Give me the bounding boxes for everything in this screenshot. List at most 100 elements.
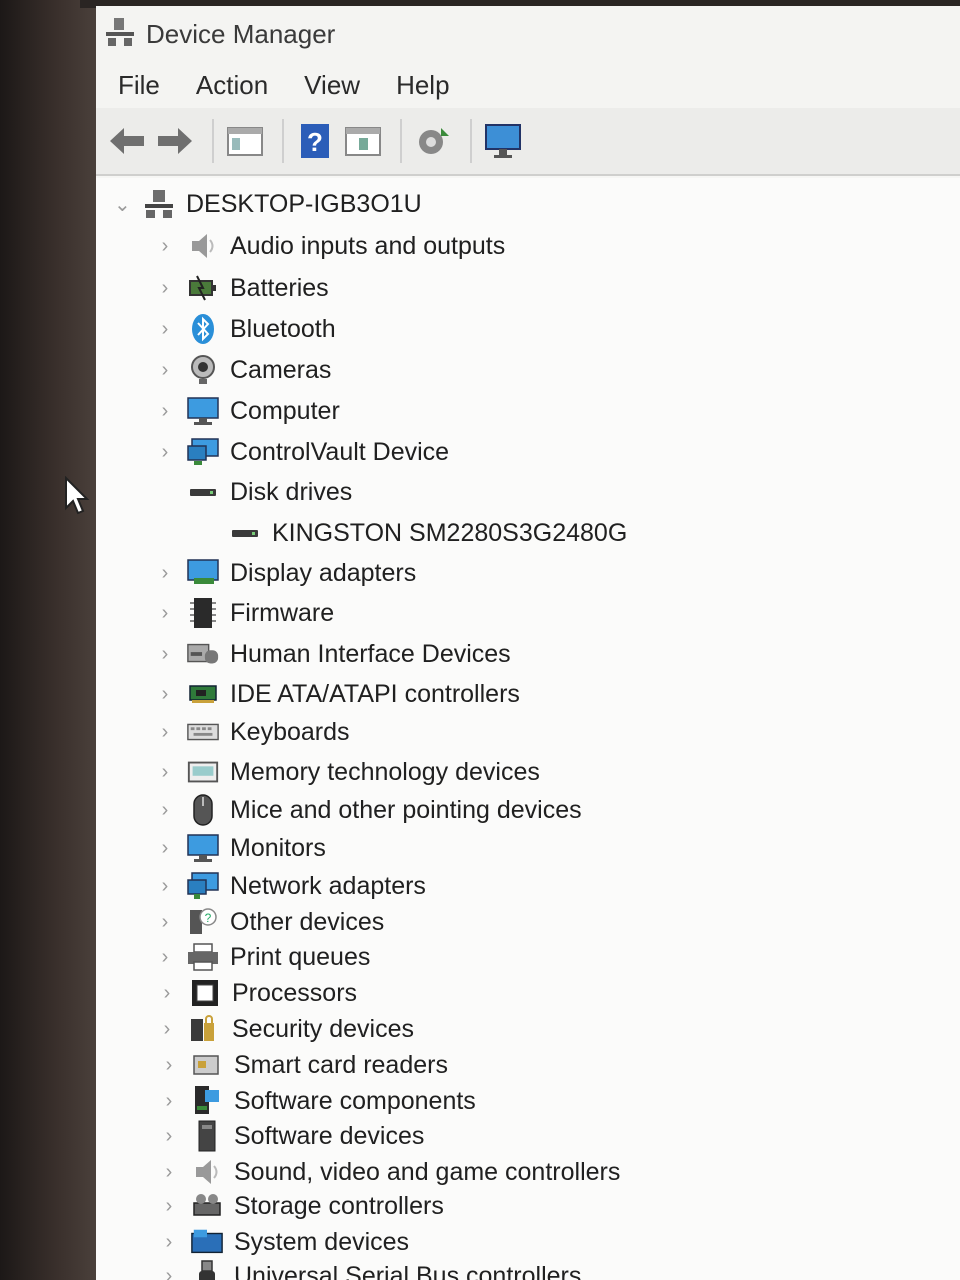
tree-item[interactable]: › Software devices: [162, 1118, 424, 1154]
tree-item[interactable]: Disk drives: [158, 474, 352, 510]
tree-item[interactable]: › Firmware: [158, 595, 334, 631]
chevron-right-icon[interactable]: ›: [158, 761, 172, 784]
tree-item[interactable]: › Smart card readers: [162, 1047, 448, 1083]
chevron-right-icon[interactable]: ›: [160, 982, 174, 1005]
tree-item[interactable]: › Software components: [162, 1083, 476, 1119]
chevron-right-icon[interactable]: ›: [158, 400, 172, 423]
tree-item[interactable]: › Keyboards: [158, 714, 350, 750]
chevron-right-icon[interactable]: ›: [158, 359, 172, 382]
firmware-icon: [186, 597, 220, 629]
tree-item-label: KINGSTON SM2280S3G2480G: [272, 518, 628, 547]
tree-child-item[interactable]: KINGSTON SM2280S3G2480G: [200, 515, 627, 551]
chevron-down-icon[interactable]: ⌄: [114, 192, 131, 217]
menu-view[interactable]: View: [304, 70, 360, 101]
monitor-icon: [186, 832, 220, 864]
processor-icon: [188, 977, 222, 1009]
tree-item-label: Other devices: [230, 907, 385, 936]
tree-item[interactable]: › Storage controllers: [162, 1188, 444, 1224]
printer-icon: [186, 941, 220, 973]
tree-item[interactable]: › IDE ATA/ATAPI controllers: [158, 676, 520, 712]
tree-item[interactable]: › Monitors: [158, 830, 326, 866]
memory-icon: [186, 756, 220, 788]
chevron-right-icon[interactable]: ›: [162, 1090, 176, 1113]
tree-item-label: ControlVault Device: [230, 437, 450, 466]
chevron-right-icon[interactable]: ›: [162, 1054, 176, 1077]
monitor-button[interactable]: [482, 120, 524, 162]
menu-action[interactable]: Action: [196, 70, 268, 101]
tree-item[interactable]: › Cameras: [158, 352, 331, 388]
tree-item[interactable]: › Batteries: [158, 270, 329, 306]
chevron-right-icon[interactable]: ›: [158, 318, 172, 341]
tree-item[interactable]: › ControlVault Device: [158, 434, 449, 470]
tree-item[interactable]: › System devices: [162, 1224, 409, 1260]
storage-controller-icon: [190, 1190, 224, 1222]
tree-item[interactable]: › Processors: [160, 975, 357, 1011]
back-button[interactable]: [106, 120, 148, 162]
chevron-right-icon[interactable]: ›: [158, 235, 172, 258]
menu-file[interactable]: File: [118, 70, 160, 101]
tree-item-label: IDE ATA/ATAPI controllers: [230, 679, 520, 708]
tree-item[interactable]: › Universal Serial Bus controllers: [162, 1258, 581, 1280]
view-button[interactable]: [342, 120, 384, 162]
scan-hardware-button[interactable]: [412, 120, 454, 162]
chevron-right-icon[interactable]: ›: [162, 1231, 176, 1254]
system-devices-icon: [190, 1226, 224, 1258]
chevron-right-icon[interactable]: ›: [158, 837, 172, 860]
chevron-right-icon[interactable]: ›: [162, 1161, 176, 1184]
disk-drive-icon: [228, 517, 262, 549]
tree-item[interactable]: › Mice and other pointing devices: [158, 792, 582, 828]
chevron-right-icon[interactable]: ›: [158, 911, 172, 934]
chevron-right-icon[interactable]: ›: [162, 1265, 176, 1280]
chevron-right-icon[interactable]: ›: [162, 1125, 176, 1148]
chevron-right-icon[interactable]: ›: [162, 1195, 176, 1218]
chevron-right-icon[interactable]: ›: [158, 721, 172, 744]
chevron-right-icon[interactable]: ›: [158, 602, 172, 625]
tree-item[interactable]: › Computer: [158, 393, 340, 429]
tree-item-label: Cameras: [230, 355, 332, 384]
monitor-icon: [485, 124, 521, 158]
chevron-right-icon[interactable]: ›: [158, 643, 172, 666]
properties-button[interactable]: [224, 120, 266, 162]
tree-item-label: Batteries: [230, 273, 329, 302]
tree-item[interactable]: › Human Interface Devices: [158, 636, 511, 672]
chevron-right-icon[interactable]: ›: [158, 277, 172, 300]
chevron-right-icon[interactable]: ›: [158, 799, 172, 822]
svg-text:?: ?: [307, 127, 323, 157]
disk-drive-icon: [186, 476, 220, 508]
tree-item-label: Keyboards: [230, 717, 350, 746]
tree-item[interactable]: › Bluetooth: [158, 311, 336, 347]
tree-item-label: Memory technology devices: [230, 757, 540, 786]
tree-item-label: Storage controllers: [234, 1191, 444, 1220]
tree-item-label: Firmware: [230, 598, 335, 627]
tree-item-label: Mice and other pointing devices: [230, 795, 582, 824]
scan-hardware-icon: [419, 128, 449, 154]
title-bar: Device Manager: [96, 6, 960, 62]
tree-item[interactable]: › Network adapters: [158, 868, 426, 904]
chevron-right-icon[interactable]: ›: [158, 875, 172, 898]
svg-text:?: ?: [205, 911, 212, 925]
chevron-right-icon[interactable]: ›: [158, 946, 172, 969]
tree-item[interactable]: › Display adapters: [158, 555, 417, 591]
smart-card-icon: [190, 1049, 224, 1081]
forward-button[interactable]: [154, 120, 196, 162]
tree-root[interactable]: ⌄ DESKTOP-IGB3O1U: [114, 186, 422, 222]
chevron-right-icon[interactable]: ›: [158, 562, 172, 585]
tree-item[interactable]: › Print queues: [158, 939, 370, 975]
software-components-icon: [190, 1085, 224, 1117]
tree-item[interactable]: › Memory technology devices: [158, 754, 540, 790]
tree-item[interactable]: › Security devices: [160, 1011, 414, 1047]
menu-help[interactable]: Help: [396, 70, 449, 101]
tree-item[interactable]: ›? Other devices: [158, 904, 385, 940]
device-tree: ⌄ DESKTOP-IGB3O1U › Audio inputs and outp…: [96, 178, 960, 1280]
toolbar-separator: [282, 119, 284, 163]
chevron-right-icon[interactable]: ›: [158, 441, 172, 464]
tree-item[interactable]: › Sound, video and game controllers: [162, 1154, 621, 1190]
chevron-right-icon[interactable]: ›: [160, 1018, 174, 1041]
tree-item-label: Sound, video and game controllers: [234, 1157, 621, 1186]
chevron-right-icon[interactable]: ›: [158, 683, 172, 706]
help-button[interactable]: ?: [294, 120, 336, 162]
keyboard-icon: [186, 716, 220, 748]
battery-icon: [186, 272, 220, 304]
view-icon: [345, 127, 381, 156]
tree-item[interactable]: › Audio inputs and outputs: [158, 228, 506, 264]
